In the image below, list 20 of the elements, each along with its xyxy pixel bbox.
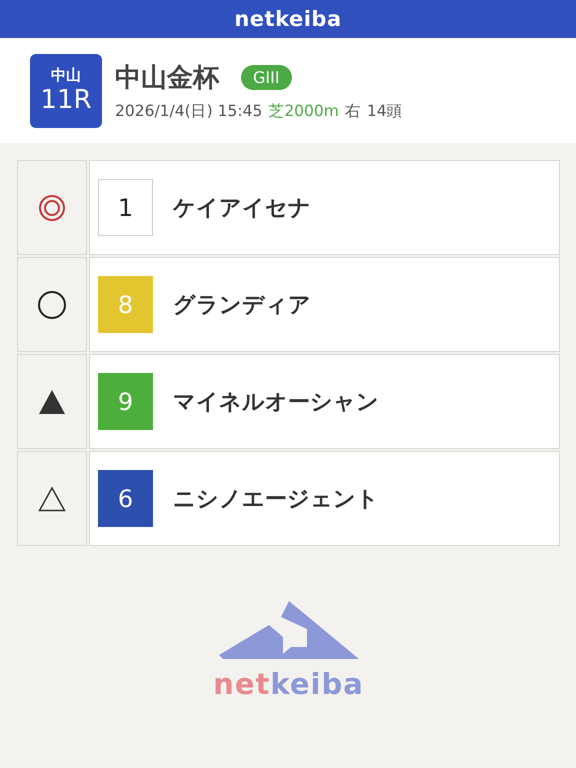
horse-name: グランディア: [173, 292, 311, 320]
race-date-time: 2026/1/4(日) 15:45: [115, 100, 262, 122]
course-label: 芝2000m: [268, 100, 339, 122]
post-number: 9: [98, 373, 153, 430]
circle-icon: [37, 290, 67, 320]
double-circle-icon: [37, 192, 67, 222]
post-number: 6: [98, 470, 153, 527]
direction-label: 右: [344, 100, 361, 122]
horse-name: マイネルオーシャン: [173, 388, 379, 416]
race-title: 中山金杯: [115, 62, 219, 94]
post-number: 8: [98, 276, 153, 333]
venue-label: 中山: [51, 66, 81, 85]
grade-tag: GIII: [241, 64, 292, 90]
horse-name: ニシノエージェント: [173, 486, 379, 514]
horse-name: ケイアイセナ: [173, 194, 311, 222]
footer-logo: netkeiba: [213, 667, 364, 701]
app-logo: netkeiba: [234, 7, 342, 31]
post-number: 1: [98, 179, 153, 236]
race-number: 11R: [40, 85, 92, 115]
runner-count: 14頭: [366, 100, 403, 122]
